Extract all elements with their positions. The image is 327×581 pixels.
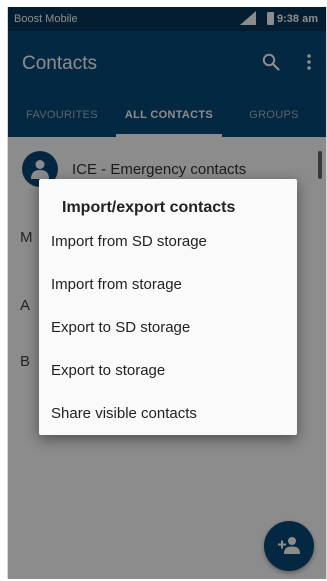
option-export-storage[interactable]: Export to storage xyxy=(51,353,291,389)
phone-screen: Boost Mobile 9:38 am Contacts FAVOURITES… xyxy=(7,7,327,579)
option-share-visible[interactable]: Share visible contacts xyxy=(51,396,291,432)
option-import-storage[interactable]: Import from storage xyxy=(51,267,291,303)
option-import-sd[interactable]: Import from SD storage xyxy=(51,224,291,260)
option-export-sd[interactable]: Export to SD storage xyxy=(51,310,291,346)
import-export-dialog: Import/export contacts Import from SD st… xyxy=(39,179,297,435)
dialog-title: Import/export contacts xyxy=(62,199,236,216)
